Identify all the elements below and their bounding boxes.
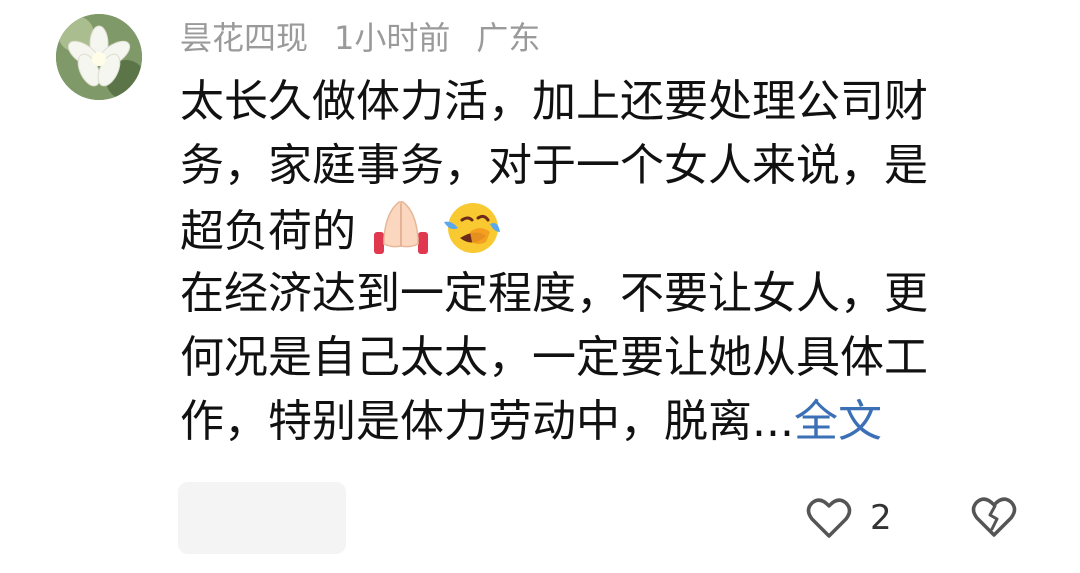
comment-location: 广东	[476, 19, 541, 57]
dislike-button[interactable]	[970, 492, 1018, 540]
comment-line: 在经济达到一定程度，不要让女人，更	[180, 268, 928, 319]
comment-meta: 昙花四现 1小时前 广东	[180, 18, 566, 58]
comment-line-with-emoji: 超负荷的	[180, 198, 1020, 262]
avatar[interactable]	[56, 14, 142, 100]
avatar-flower-image	[56, 14, 142, 100]
comment-line-text: 作，特别是体力劳动中，脱离...	[180, 396, 794, 447]
like-count: 2	[870, 498, 892, 538]
laughing-crying-face-icon	[440, 198, 502, 256]
praying-hands-icon	[370, 198, 432, 256]
comment-item: 昙花四现 1小时前 广东 太长久做体力活，加上还要处理公司财 务，家庭事务，对于一个…	[0, 0, 1080, 573]
comment-time: 1小时前	[334, 19, 451, 57]
reply-placeholder-box[interactable]	[178, 482, 346, 554]
comment-line: 何况是自己太太，一定要让她从具体工	[180, 332, 928, 383]
heart-outline-icon	[806, 498, 852, 538]
comment-line-text: 超负荷的	[180, 206, 356, 257]
expand-full-text-link[interactable]: 全文	[794, 396, 882, 447]
comment-text: 太长久做体力活，加上还要处理公司财 务，家庭事务，对于一个女人来说，是 超负荷的	[180, 70, 1020, 454]
author-name[interactable]: 昙花四现	[180, 19, 308, 57]
comment-line: 太长久做体力活，加上还要处理公司财	[180, 76, 928, 127]
comment-line-last: 作，特别是体力劳动中，脱离...全文	[180, 390, 1020, 454]
broken-heart-icon	[971, 497, 1017, 537]
like-button[interactable]: 2	[806, 492, 892, 544]
comment-line: 务，家庭事务，对于一个女人来说，是	[180, 140, 928, 191]
